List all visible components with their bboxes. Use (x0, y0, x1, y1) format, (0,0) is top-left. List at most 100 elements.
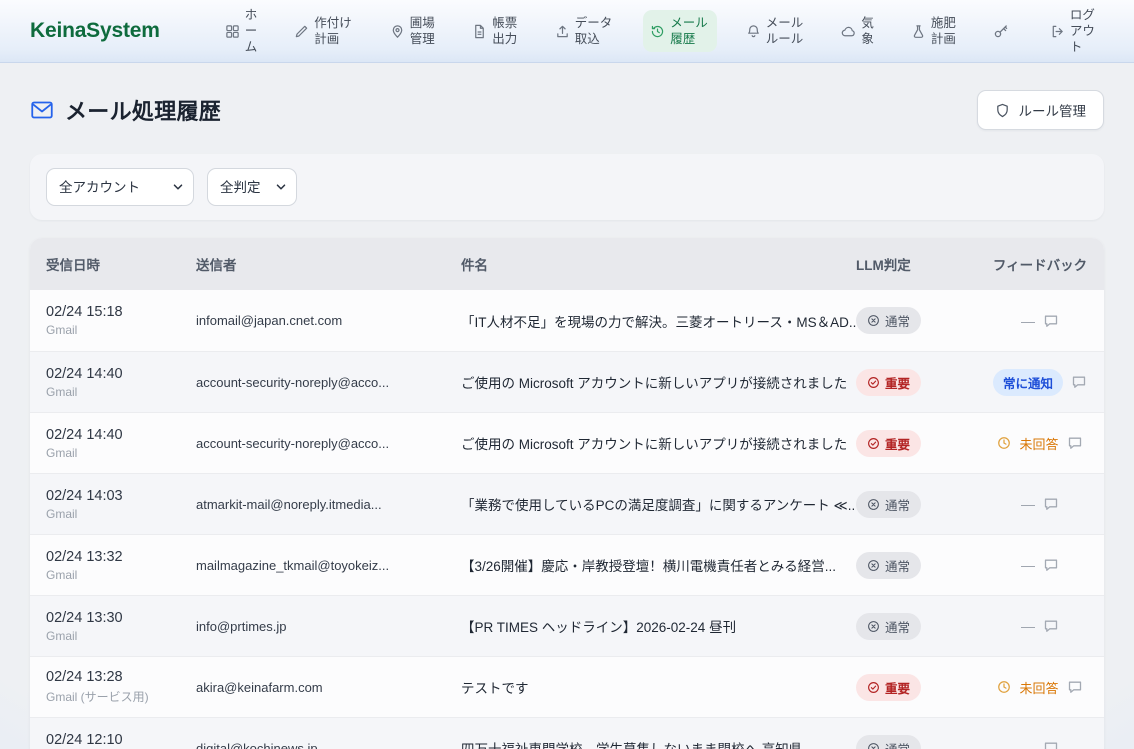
nav-item-data-import[interactable]: データ取込 (548, 10, 622, 53)
col-header-received: 受信日時 (46, 254, 196, 274)
main-content: メール処理履歴 ルール管理 全アカウント 全判定 受信日時 送信者 件名 LLM… (0, 63, 1134, 749)
circle-x-icon (867, 559, 880, 572)
nav-item-logout[interactable]: ログアウト (1043, 2, 1104, 61)
nav-item-mail-history[interactable]: メール履歴 (643, 10, 717, 53)
account-label: Gmail (サービス用) (46, 688, 196, 705)
comment-bubble-icon[interactable] (1071, 374, 1087, 390)
col-header-feedback: フィードバック (976, 254, 1104, 274)
received-datetime: 02/24 13:30 (46, 610, 196, 626)
comment-bubble-icon[interactable] (1067, 435, 1083, 451)
pencil-icon (294, 24, 309, 39)
circle-check-icon (867, 437, 880, 450)
table-row[interactable]: 02/24 13:32 Gmail mailmagazine_tkmail@to… (30, 534, 1104, 595)
feedback-label: 未回答 (1019, 434, 1058, 453)
feedback-cell: 未回答 (976, 434, 1104, 453)
feedback-cell: — (976, 740, 1104, 749)
map-pin-icon (390, 24, 405, 39)
received-cell: 02/24 13:32 Gmail (46, 549, 196, 582)
feedback-cell: — (976, 313, 1104, 329)
sender-email: infomail@japan.cnet.com (196, 313, 461, 328)
page-title: メール処理履歴 (65, 94, 221, 126)
feedback-cell: 未回答 (976, 678, 1104, 697)
llm-judgment-badge: 重要 (856, 674, 921, 701)
nav-item-key[interactable] (986, 18, 1021, 44)
clock-icon (997, 680, 1011, 694)
table-body: 02/24 15:18 Gmail infomail@japan.cnet.co… (30, 290, 1104, 749)
comment-bubble-icon[interactable] (1043, 313, 1059, 329)
received-datetime: 02/24 12:10 (46, 732, 196, 748)
comment-bubble-icon[interactable] (1043, 740, 1059, 749)
table-row[interactable]: 02/24 13:30 Gmail info@prtimes.jp 【PR TI… (30, 595, 1104, 656)
nav-label-home: ホーム (245, 7, 259, 56)
judgment-cell: 重要 (856, 674, 976, 701)
llm-judgment-label: 通常 (885, 311, 910, 330)
page-title-row: メール処理履歴 ルール管理 (30, 90, 1104, 130)
received-cell: 02/24 15:18 Gmail (46, 304, 196, 337)
llm-judgment-badge: 重要 (856, 430, 921, 457)
received-cell: 02/24 14:40 Gmail (46, 427, 196, 460)
nav-item-fertilizer-plan[interactable]: 施肥計画 (904, 10, 965, 53)
judgment-cell: 通常 (856, 307, 976, 334)
mail-history-table: 受信日時 送信者 件名 LLM判定 フィードバック 02/24 15:18 Gm… (30, 238, 1104, 749)
received-datetime: 02/24 13:28 (46, 669, 196, 685)
judgment-cell: 通常 (856, 552, 976, 579)
table-row[interactable]: 02/24 14:40 Gmail account-security-norep… (30, 412, 1104, 473)
col-header-llm-judgment: LLM判定 (856, 254, 976, 274)
flask-icon (911, 24, 926, 39)
feedback-label: — (1021, 313, 1035, 329)
subject-text: 【PR TIMES ヘッドライン】2026-02-24 昼刊 (461, 616, 856, 636)
nav-label-mail-rules: メールルール (766, 15, 806, 48)
mail-icon (30, 98, 54, 122)
nav-item-field-management[interactable]: 圃場管理 (383, 10, 444, 53)
account-filter: 全アカウント (46, 168, 194, 206)
comment-bubble-icon[interactable] (1043, 557, 1059, 573)
feedback-cell: — (976, 496, 1104, 512)
sender-email: akira@keinafarm.com (196, 680, 461, 695)
sender-email: info@prtimes.jp (196, 619, 461, 634)
nav-label-data-import: データ取込 (575, 15, 615, 48)
nav-item-mail-rules[interactable]: メールルール (739, 10, 813, 53)
nav-item-home[interactable]: ホーム (218, 2, 266, 61)
table-row[interactable]: 02/24 13:28 Gmail (サービス用) akira@keinafar… (30, 656, 1104, 717)
received-datetime: 02/24 15:18 (46, 304, 196, 320)
nav-item-report-output[interactable]: 帳票出力 (465, 10, 526, 53)
account-label: Gmail (46, 323, 196, 337)
rule-manage-label: ルール管理 (1019, 100, 1087, 120)
history-icon (650, 24, 665, 39)
received-cell: 02/24 13:30 Gmail (46, 610, 196, 643)
received-cell: 02/24 13:28 Gmail (サービス用) (46, 669, 196, 705)
rule-manage-button[interactable]: ルール管理 (977, 90, 1105, 130)
subject-text: 「業務で使用しているPCの満足度調査」に関するアンケート ≪... (461, 494, 856, 514)
account-filter-select[interactable]: 全アカウント (46, 168, 194, 206)
account-label: Gmail (46, 568, 196, 582)
feedback-cell: — (976, 618, 1104, 634)
comment-bubble-icon[interactable] (1067, 679, 1083, 695)
subject-text: 【3/26開催】慶応・岸教授登壇！横川電機責任者とみる経営... (461, 555, 856, 575)
subject-text: 四万十福祉専門学校、学生募集しないまま閉校へ 高知県 (461, 738, 856, 749)
table-header-row: 受信日時 送信者 件名 LLM判定 フィードバック (30, 238, 1104, 290)
document-icon (472, 24, 487, 39)
llm-judgment-label: 通常 (885, 617, 910, 636)
received-datetime: 02/24 14:03 (46, 488, 196, 504)
subject-text: ご使用の Microsoft アカウントに新しいアプリが接続されました (461, 372, 856, 392)
app-header: KeinaSystem ホーム 作付け計画 圃場管理 帳票出力 データ取込 メー… (0, 0, 1134, 63)
table-row[interactable]: 02/24 14:40 Gmail account-security-norep… (30, 351, 1104, 412)
cloud-icon (841, 24, 856, 39)
comment-bubble-icon[interactable] (1043, 618, 1059, 634)
nav-label-planting-plan: 作付け計画 (314, 15, 354, 48)
sender-email: mailmagazine_tkmail@toyokeiz... (196, 558, 461, 573)
judgment-filter-select[interactable]: 全判定 (207, 168, 297, 206)
bell-icon (746, 24, 761, 39)
brand-logo[interactable]: KeinaSystem (30, 19, 160, 43)
table-row[interactable]: 02/24 14:03 Gmail atmarkit-mail@noreply.… (30, 473, 1104, 534)
nav-item-planting-plan[interactable]: 作付け計画 (287, 10, 361, 53)
table-row[interactable]: 02/24 12:10 digital@kochinews.jp 四万十福祉専門… (30, 717, 1104, 749)
nav-item-weather[interactable]: 気象 (834, 10, 882, 53)
circle-check-icon (867, 681, 880, 694)
received-datetime: 02/24 14:40 (46, 366, 196, 382)
llm-judgment-label: 通常 (885, 556, 910, 575)
subject-text: テストです (461, 677, 856, 697)
table-row[interactable]: 02/24 15:18 Gmail infomail@japan.cnet.co… (30, 290, 1104, 351)
comment-bubble-icon[interactable] (1043, 496, 1059, 512)
sender-email: digital@kochinews.jp (196, 741, 461, 749)
